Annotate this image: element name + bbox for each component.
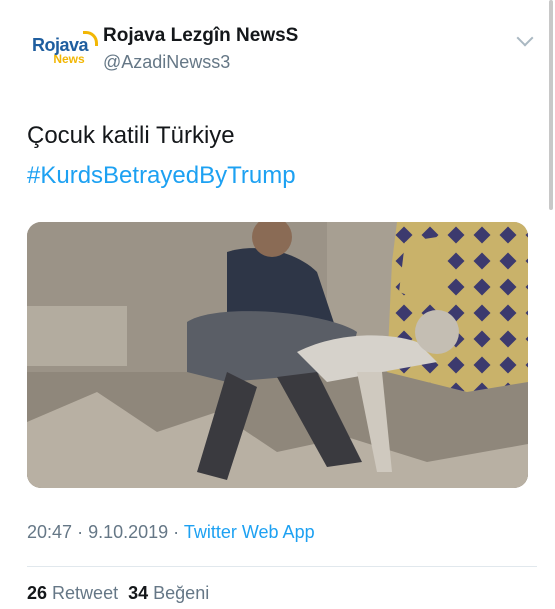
chevron-down-icon[interactable]	[516, 29, 534, 47]
tweet-body: Çocuk katili Türkiye	[27, 122, 235, 149]
signal-arc-icon	[83, 30, 99, 46]
hashtag-link[interactable]: #KurdsBetrayedByTrump	[27, 156, 296, 196]
like-count: 34	[128, 583, 149, 603]
divider	[27, 566, 537, 567]
account-names: Rojava Lezgîn NewsS @AzadiNewss3	[103, 24, 298, 74]
retweet-label: Retweet	[52, 583, 119, 603]
scrollbar[interactable]	[549, 0, 553, 210]
tweet-time[interactable]: 20:47	[27, 522, 72, 542]
retweet-count: 26	[27, 583, 48, 603]
tweet-text: Çocuk katili Türkiye #KurdsBetrayedByTru…	[27, 116, 296, 196]
display-name[interactable]: Rojava Lezgîn NewsS	[103, 24, 298, 48]
tweet-photo[interactable]	[27, 222, 528, 488]
like-stat[interactable]: 34 Beğeni	[128, 583, 209, 603]
logo-top-text: Rojava	[31, 34, 89, 55]
tweet-date[interactable]: 9.10.2019	[88, 522, 168, 542]
retweet-stat[interactable]: 26 Retweet	[27, 583, 118, 603]
avatar[interactable]: Rojava News	[27, 28, 99, 72]
tweet-header: Rojava News Rojava Lezgîn NewsS @AzadiNe…	[27, 22, 537, 78]
photo-image	[27, 222, 528, 488]
user-handle[interactable]: @AzadiNewss3	[103, 50, 298, 74]
tweet-source-link[interactable]: Twitter Web App	[184, 522, 315, 542]
logo-wordmark: Rojava	[31, 30, 99, 56]
tweet-metadata: 20:47 · 9.10.2019 · Twitter Web App	[27, 522, 315, 543]
tweet-stats: 26 Retweet 34 Beğeni	[27, 583, 209, 604]
separator: ·	[77, 522, 84, 542]
like-label: Beğeni	[153, 583, 210, 603]
separator: ·	[173, 522, 180, 542]
